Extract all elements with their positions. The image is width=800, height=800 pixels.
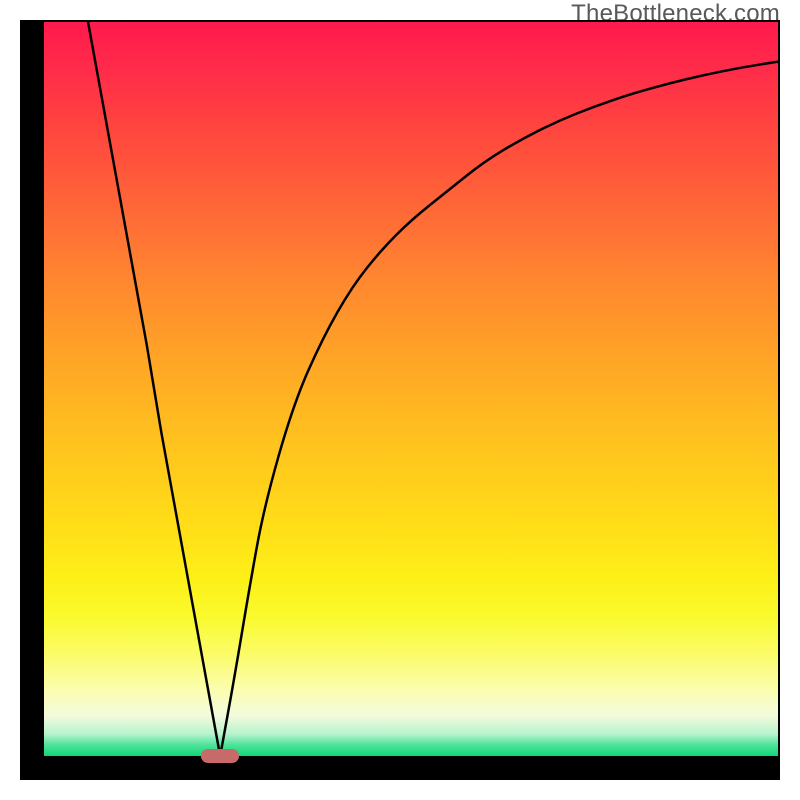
- chart-container: TheBottleneck.com: [0, 0, 800, 800]
- plot-area: [44, 22, 778, 756]
- plot-frame: [20, 20, 780, 780]
- bottleneck-curve: [44, 22, 778, 756]
- optimal-marker: [201, 749, 239, 763]
